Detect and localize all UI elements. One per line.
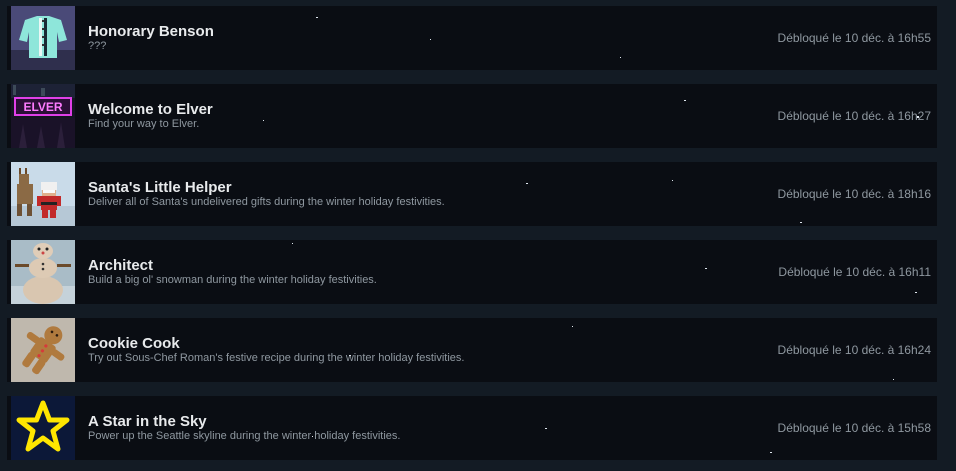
achievement-row-a-star-in-the-sky[interactable]: A Star in the Sky Power up the Seattle s… [7, 396, 937, 460]
achievement-unlock-date: Débloqué le 10 déc. à 16h24 [777, 343, 931, 357]
achievement-title: Cookie Cook [88, 335, 180, 352]
achievement-unlock-date: Débloqué le 10 déc. à 16h55 [777, 31, 931, 45]
elver-sign-text: ELVER [23, 100, 62, 114]
achievement-description: ??? [88, 40, 107, 52]
snowman-icon [11, 240, 75, 304]
achievement-row-honorary-benson[interactable]: Honorary Benson ??? Débloqué le 10 déc. … [7, 6, 937, 70]
achievement-unlock-date: Débloqué le 10 déc. à 16h27 [777, 109, 931, 123]
gingerbread-cookie-icon [11, 318, 75, 382]
achievement-row-santas-little-helper[interactable]: Santa's Little Helper Deliver all of San… [7, 162, 937, 226]
yellow-star-icon [11, 396, 75, 460]
achievement-description: Find your way to Elver. [88, 118, 200, 130]
achievement-description: Try out Sous-Chef Roman's festive recipe… [88, 352, 465, 364]
achievement-unlock-date: Débloqué le 10 déc. à 18h16 [777, 187, 931, 201]
achievement-unlock-date: Débloqué le 10 déc. à 15h58 [777, 421, 931, 435]
achievement-row-architect[interactable]: Architect Build a big ol' snowman during… [7, 240, 937, 304]
achievement-unlock-date: Débloqué le 10 déc. à 16h11 [778, 265, 931, 279]
achievement-title: Architect [88, 257, 154, 274]
achievement-title: Welcome to Elver [88, 101, 213, 118]
teal-jacket-icon [11, 6, 75, 70]
achievement-description: Deliver all of Santa's undelivered gifts… [88, 196, 445, 208]
achievement-title: Santa's Little Helper [88, 179, 232, 196]
achievement-row-welcome-to-elver[interactable]: ELVER Welcome to Elver Find your way to … [7, 84, 937, 148]
achievement-description: Power up the Seattle skyline during the … [88, 430, 401, 442]
achievement-title: A Star in the Sky [88, 413, 207, 430]
elver-neon-sign-icon: ELVER [11, 84, 75, 148]
achievement-title: Honorary Benson [88, 23, 214, 40]
santa-and-reindeer-icon [11, 162, 75, 226]
achievement-description: Build a big ol' snowman during the winte… [88, 274, 377, 286]
achievement-row-cookie-cook[interactable]: Cookie Cook Try out Sous-Chef Roman's fe… [7, 318, 937, 382]
achievement-list: Honorary Benson ??? Débloqué le 10 déc. … [0, 0, 956, 471]
